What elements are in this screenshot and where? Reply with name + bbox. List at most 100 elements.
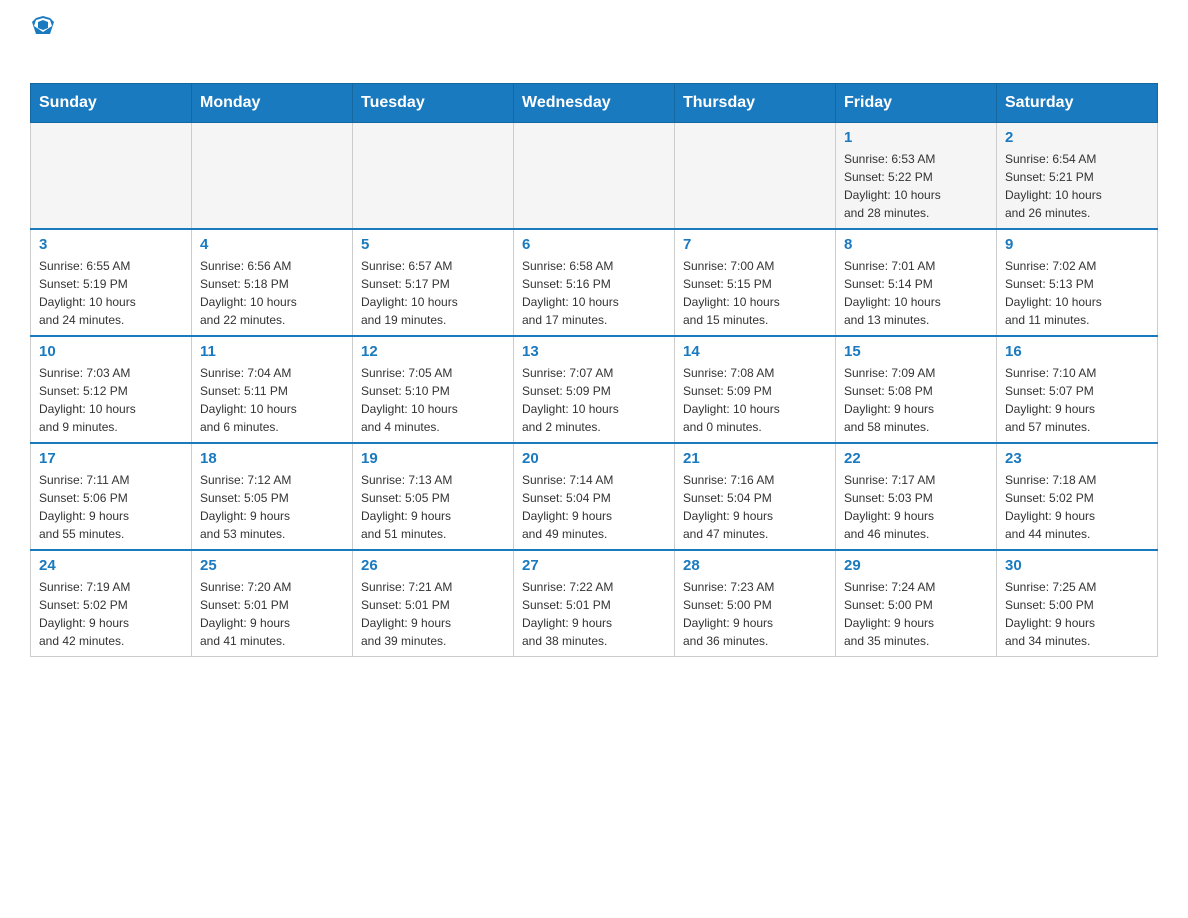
- day-info: Sunrise: 7:11 AM Sunset: 5:06 PM Dayligh…: [39, 471, 183, 543]
- calendar-cell: 4 Sunrise: 6:56 AM Sunset: 5:18 PM Daylig…: [192, 229, 353, 336]
- day-info: Sunrise: 7:14 AM Sunset: 5:04 PM Dayligh…: [522, 471, 666, 543]
- weekday-header-friday: Friday: [836, 84, 997, 123]
- day-info: Sunrise: 7:10 AM Sunset: 5:07 PM Dayligh…: [1005, 364, 1149, 436]
- calendar-cell: [31, 123, 192, 230]
- calendar-cell: 14 Sunrise: 7:08 AM Sunset: 5:09 PM Dayli…: [675, 336, 836, 443]
- day-info: Sunrise: 7:09 AM Sunset: 5:08 PM Dayligh…: [844, 364, 988, 436]
- calendar-cell: 21Sunrise: 7:16 AM Sunset: 5:04 PM Dayli…: [675, 443, 836, 550]
- calendar-cell: 12 Sunrise: 7:05 AM Sunset: 5:10 PM Dayli…: [353, 336, 514, 443]
- day-number: 7: [683, 236, 827, 253]
- calendar-cell: 24 Sunrise: 7:19 AM Sunset: 5:02 PM Dayli…: [31, 550, 192, 657]
- calendar-cell: 22Sunrise: 7:17 AM Sunset: 5:03 PM Dayli…: [836, 443, 997, 550]
- day-number: 5: [361, 236, 505, 253]
- weekday-header-monday: Monday: [192, 84, 353, 123]
- day-number: 1: [844, 129, 988, 146]
- day-number: 30: [1005, 557, 1149, 574]
- calendar-cell: 1 Sunrise: 6:53 AM Sunset: 5:22 PM Daylig…: [836, 123, 997, 230]
- day-info: Sunrise: 7:23 AM Sunset: 5:00 PM Dayligh…: [683, 578, 827, 650]
- calendar-cell: 30Sunrise: 7:25 AM Sunset: 5:00 PM Dayli…: [997, 550, 1158, 657]
- day-number: 18: [200, 450, 344, 467]
- day-info: Sunrise: 7:24 AM Sunset: 5:00 PM Dayligh…: [844, 578, 988, 650]
- calendar-week-row: 1 Sunrise: 6:53 AM Sunset: 5:22 PM Daylig…: [31, 123, 1158, 230]
- weekday-header-thursday: Thursday: [675, 84, 836, 123]
- day-number: 2: [1005, 129, 1149, 146]
- day-number: 6: [522, 236, 666, 253]
- day-info: Sunrise: 7:19 AM Sunset: 5:02 PM Dayligh…: [39, 578, 183, 650]
- day-info: Sunrise: 7:04 AM Sunset: 5:11 PM Dayligh…: [200, 364, 344, 436]
- calendar-cell: 23 Sunrise: 7:18 AM Sunset: 5:02 PM Dayli…: [997, 443, 1158, 550]
- weekday-header-row: SundayMondayTuesdayWednesdayThursdayFrid…: [31, 84, 1158, 123]
- day-info: Sunrise: 7:03 AM Sunset: 5:12 PM Dayligh…: [39, 364, 183, 436]
- day-number: 24: [39, 557, 183, 574]
- calendar-cell: 16 Sunrise: 7:10 AM Sunset: 5:07 PM Dayli…: [997, 336, 1158, 443]
- calendar-week-row: 24 Sunrise: 7:19 AM Sunset: 5:02 PM Dayli…: [31, 550, 1158, 657]
- calendar-cell: 8 Sunrise: 7:01 AM Sunset: 5:14 PM Daylig…: [836, 229, 997, 336]
- calendar-cell: 20 Sunrise: 7:14 AM Sunset: 5:04 PM Dayli…: [514, 443, 675, 550]
- calendar-cell: 7Sunrise: 7:00 AM Sunset: 5:15 PM Daylig…: [675, 229, 836, 336]
- calendar-week-row: 3 Sunrise: 6:55 AM Sunset: 5:19 PM Daylig…: [31, 229, 1158, 336]
- calendar-week-row: 17 Sunrise: 7:11 AM Sunset: 5:06 PM Dayli…: [31, 443, 1158, 550]
- day-info: Sunrise: 6:54 AM Sunset: 5:21 PM Dayligh…: [1005, 150, 1149, 222]
- calendar-cell: 6 Sunrise: 6:58 AM Sunset: 5:16 PM Daylig…: [514, 229, 675, 336]
- day-info: Sunrise: 7:16 AM Sunset: 5:04 PM Dayligh…: [683, 471, 827, 543]
- logo: [30, 20, 54, 65]
- day-number: 20: [522, 450, 666, 467]
- day-info: Sunrise: 7:20 AM Sunset: 5:01 PM Dayligh…: [200, 578, 344, 650]
- calendar-cell: 26 Sunrise: 7:21 AM Sunset: 5:01 PM Dayli…: [353, 550, 514, 657]
- day-number: 29: [844, 557, 988, 574]
- day-number: 28: [683, 557, 827, 574]
- calendar-cell: 28 Sunrise: 7:23 AM Sunset: 5:00 PM Dayli…: [675, 550, 836, 657]
- day-number: 9: [1005, 236, 1149, 253]
- day-info: Sunrise: 7:21 AM Sunset: 5:01 PM Dayligh…: [361, 578, 505, 650]
- calendar-cell: [514, 123, 675, 230]
- calendar-cell: 19 Sunrise: 7:13 AM Sunset: 5:05 PM Dayli…: [353, 443, 514, 550]
- day-info: Sunrise: 6:58 AM Sunset: 5:16 PM Dayligh…: [522, 257, 666, 329]
- day-number: 19: [361, 450, 505, 467]
- calendar-cell: 3 Sunrise: 6:55 AM Sunset: 5:19 PM Daylig…: [31, 229, 192, 336]
- calendar-week-row: 10 Sunrise: 7:03 AM Sunset: 5:12 PM Dayli…: [31, 336, 1158, 443]
- calendar-cell: 25Sunrise: 7:20 AM Sunset: 5:01 PM Dayli…: [192, 550, 353, 657]
- day-number: 12: [361, 343, 505, 360]
- day-info: Sunrise: 6:53 AM Sunset: 5:22 PM Dayligh…: [844, 150, 988, 222]
- day-number: 14: [683, 343, 827, 360]
- calendar-cell: 9 Sunrise: 7:02 AM Sunset: 5:13 PM Daylig…: [997, 229, 1158, 336]
- day-number: 3: [39, 236, 183, 253]
- day-number: 4: [200, 236, 344, 253]
- day-info: Sunrise: 7:02 AM Sunset: 5:13 PM Dayligh…: [1005, 257, 1149, 329]
- day-info: Sunrise: 7:18 AM Sunset: 5:02 PM Dayligh…: [1005, 471, 1149, 543]
- day-info: Sunrise: 6:55 AM Sunset: 5:19 PM Dayligh…: [39, 257, 183, 329]
- weekday-header-sunday: Sunday: [31, 84, 192, 123]
- calendar-cell: [353, 123, 514, 230]
- calendar-cell: 15Sunrise: 7:09 AM Sunset: 5:08 PM Dayli…: [836, 336, 997, 443]
- calendar-cell: 18 Sunrise: 7:12 AM Sunset: 5:05 PM Dayli…: [192, 443, 353, 550]
- day-number: 8: [844, 236, 988, 253]
- weekday-header-saturday: Saturday: [997, 84, 1158, 123]
- day-info: Sunrise: 6:57 AM Sunset: 5:17 PM Dayligh…: [361, 257, 505, 329]
- calendar-cell: 5 Sunrise: 6:57 AM Sunset: 5:17 PM Daylig…: [353, 229, 514, 336]
- day-number: 13: [522, 343, 666, 360]
- calendar-cell: 11Sunrise: 7:04 AM Sunset: 5:11 PM Dayli…: [192, 336, 353, 443]
- day-info: Sunrise: 7:12 AM Sunset: 5:05 PM Dayligh…: [200, 471, 344, 543]
- day-info: Sunrise: 7:05 AM Sunset: 5:10 PM Dayligh…: [361, 364, 505, 436]
- calendar-cell: 2 Sunrise: 6:54 AM Sunset: 5:21 PM Daylig…: [997, 123, 1158, 230]
- day-number: 10: [39, 343, 183, 360]
- calendar-table: SundayMondayTuesdayWednesdayThursdayFrid…: [30, 83, 1158, 657]
- day-info: Sunrise: 7:01 AM Sunset: 5:14 PM Dayligh…: [844, 257, 988, 329]
- calendar-cell: 17 Sunrise: 7:11 AM Sunset: 5:06 PM Dayli…: [31, 443, 192, 550]
- day-number: 26: [361, 557, 505, 574]
- calendar-cell: 10 Sunrise: 7:03 AM Sunset: 5:12 PM Dayli…: [31, 336, 192, 443]
- day-info: Sunrise: 7:13 AM Sunset: 5:05 PM Dayligh…: [361, 471, 505, 543]
- day-number: 17: [39, 450, 183, 467]
- day-info: Sunrise: 7:08 AM Sunset: 5:09 PM Dayligh…: [683, 364, 827, 436]
- day-number: 23: [1005, 450, 1149, 467]
- weekday-header-wednesday: Wednesday: [514, 84, 675, 123]
- day-number: 16: [1005, 343, 1149, 360]
- day-info: Sunrise: 7:17 AM Sunset: 5:03 PM Dayligh…: [844, 471, 988, 543]
- page-header: [30, 20, 1158, 65]
- day-info: Sunrise: 7:07 AM Sunset: 5:09 PM Dayligh…: [522, 364, 666, 436]
- calendar-cell: 29 Sunrise: 7:24 AM Sunset: 5:00 PM Dayli…: [836, 550, 997, 657]
- day-number: 27: [522, 557, 666, 574]
- calendar-cell: 27Sunrise: 7:22 AM Sunset: 5:01 PM Dayli…: [514, 550, 675, 657]
- logo-triangle-icon: [32, 16, 54, 34]
- day-info: Sunrise: 6:56 AM Sunset: 5:18 PM Dayligh…: [200, 257, 344, 329]
